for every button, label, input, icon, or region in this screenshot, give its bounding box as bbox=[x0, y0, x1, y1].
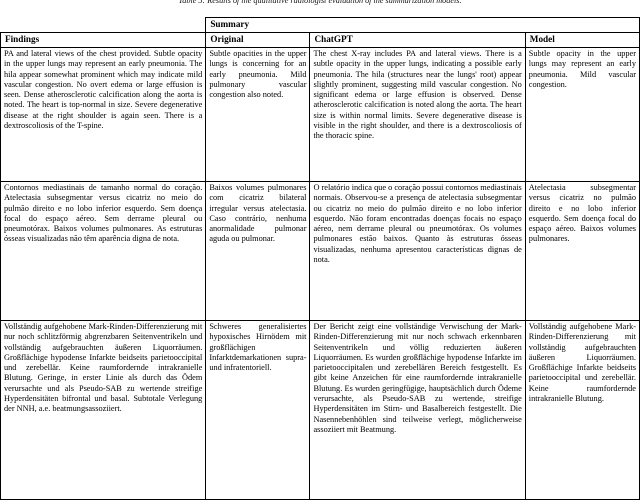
results-table: Summary Findings Original ChatGPT Model … bbox=[0, 17, 640, 500]
cell-original: Baixos volumes pulmonares com cicatriz b… bbox=[205, 181, 311, 321]
cell-original: Schweres generalisiertes hypoxisches Hir… bbox=[205, 320, 311, 500]
cell-findings: Contornos mediastinais de tamanho normal… bbox=[0, 181, 207, 321]
table-row: Contornos mediastinais de tamanho normal… bbox=[0, 181, 640, 321]
cell-original: Subtle opacities in the upper lungs is c… bbox=[205, 47, 311, 182]
table-column-header-row: Findings Original ChatGPT Model bbox=[0, 32, 640, 48]
column-header-chatgpt: ChatGPT bbox=[309, 32, 526, 48]
cell-chatgpt: Der Bericht zeigt eine vollständige Verw… bbox=[309, 320, 526, 500]
cell-findings: PA and lateral views of the chest provid… bbox=[0, 47, 207, 182]
table-row: PA and lateral views of the chest provid… bbox=[0, 47, 640, 182]
column-header-model: Model bbox=[524, 32, 640, 48]
table-header: Summary Findings Original ChatGPT Model bbox=[0, 17, 640, 48]
column-group-header-summary: Summary bbox=[205, 17, 640, 33]
cell-findings: Vollständig aufgehobene Mark-Rinden-Diff… bbox=[0, 320, 207, 500]
cell-chatgpt: O relatório indica que o coração possui … bbox=[309, 181, 526, 321]
column-header-original: Original bbox=[205, 32, 311, 48]
paper-table-page: Table 5: Results of the qualitative radi… bbox=[0, 0, 640, 500]
table-body: PA and lateral views of the chest provid… bbox=[0, 47, 640, 500]
table-caption: Table 5: Results of the qualitative radi… bbox=[178, 0, 462, 5]
table-group-header-row: Summary bbox=[0, 17, 640, 33]
empty-corner-cell bbox=[0, 17, 207, 33]
column-header-findings: Findings bbox=[0, 32, 207, 48]
cell-model: Subtle opacity in the upper lungs may re… bbox=[524, 47, 640, 182]
cell-chatgpt: The chest X-ray includes PA and lateral … bbox=[309, 47, 526, 182]
table-row: Vollständig aufgehobene Mark-Rinden-Diff… bbox=[0, 320, 640, 500]
cell-model: Vollständig aufgehobene Mark-Rinden-Diff… bbox=[524, 320, 640, 500]
cell-model: Atelectasia subsegmentar versus cicatriz… bbox=[524, 181, 640, 321]
